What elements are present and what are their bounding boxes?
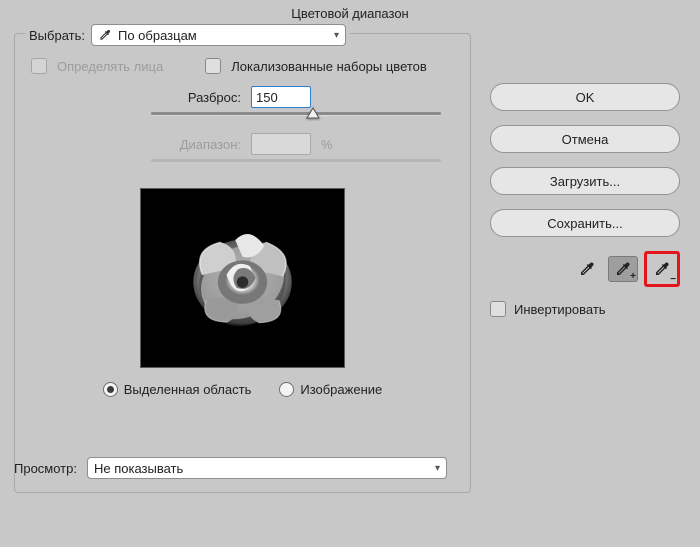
chevron-down-icon: ▾ <box>334 30 339 41</box>
range-unit: % <box>321 137 333 152</box>
detect-faces-label: Определять лица <box>57 59 163 74</box>
select-label: Выбрать: <box>29 28 85 43</box>
invert-checkbox[interactable] <box>490 301 506 317</box>
slider-thumb-icon[interactable] <box>306 106 320 120</box>
fuzziness-slider[interactable] <box>151 112 441 115</box>
range-slider <box>151 159 441 162</box>
select-group: Выбрать: По образцам ▾ Определять лица Л… <box>14 33 471 493</box>
range-input <box>251 133 311 155</box>
eyedropper-icon <box>98 28 112 42</box>
detect-faces-checkbox <box>31 58 47 74</box>
selection-preview <box>140 188 345 368</box>
preview-dropdown[interactable]: Не показывать ▾ <box>87 457 447 479</box>
preview-dropdown-label: Просмотр: <box>14 461 77 476</box>
invert-label: Инвертировать <box>514 302 606 317</box>
ok-button[interactable]: OK <box>490 83 680 111</box>
localized-checkbox[interactable] <box>205 58 221 74</box>
cancel-button[interactable]: Отмена <box>490 125 680 153</box>
localized-label: Локализованные наборы цветов <box>231 59 427 74</box>
radio-image-label: Изображение <box>300 382 382 397</box>
load-button[interactable]: Загрузить... <box>490 167 680 195</box>
preview-mode-image[interactable]: Изображение <box>279 382 382 397</box>
fuzziness-label: Разброс: <box>31 90 241 105</box>
color-range-dialog: Цветовой диапазон Выбрать: По образцам ▾… <box>0 0 700 547</box>
chevron-down-icon: ▾ <box>435 463 440 474</box>
preview-mode-selection[interactable]: Выделенная область <box>103 382 252 397</box>
select-dropdown[interactable]: По образцам ▾ <box>91 24 346 46</box>
radio-selection-label: Выделенная область <box>124 382 252 397</box>
plus-icon: + <box>630 271 636 282</box>
eyedropper-subtract-tool[interactable]: − <box>644 251 680 287</box>
eyedropper-tool[interactable] <box>572 256 602 282</box>
save-button[interactable]: Сохранить... <box>490 209 680 237</box>
eyedropper-add-tool[interactable]: + <box>608 256 638 282</box>
right-button-column: OK Отмена Загрузить... Сохранить... + − <box>490 83 680 317</box>
rose-preview-image <box>170 206 315 351</box>
select-value: По образцам <box>118 28 197 43</box>
minus-icon: − <box>670 274 676 285</box>
fuzziness-input[interactable] <box>251 86 311 108</box>
range-label: Диапазон: <box>31 137 241 152</box>
preview-dropdown-value: Не показывать <box>94 461 183 476</box>
